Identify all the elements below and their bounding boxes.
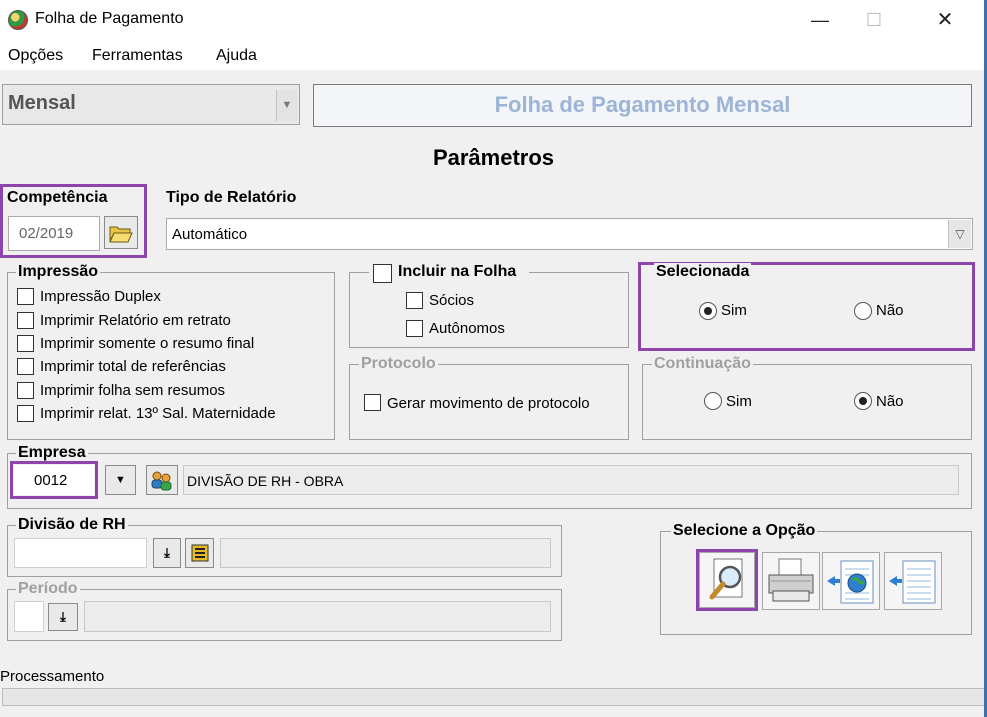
close-button[interactable]: ✕ — [922, 0, 968, 40]
radio-selecionada-sim[interactable] — [699, 302, 717, 320]
folder-open-button[interactable] — [104, 216, 138, 249]
progress-bar — [2, 688, 985, 706]
checkbox-duplex[interactable] — [17, 288, 34, 305]
competencia-value: 02/2019 — [19, 225, 74, 242]
download-arrow-icon: ⤓ — [164, 545, 170, 560]
printer-icon — [768, 558, 814, 602]
checkbox-sem-resumos[interactable] — [17, 382, 34, 399]
checkbox-retrato[interactable] — [17, 312, 34, 329]
divisao-import-button[interactable]: ⤓ — [153, 538, 181, 568]
empresa-search-button[interactable] — [146, 465, 178, 495]
menu-ferramentas[interactable]: Ferramentas — [92, 47, 183, 65]
globe-document-icon — [827, 560, 874, 604]
checkbox-incluir-folha[interactable] — [373, 264, 392, 283]
download-arrow-icon: ⤓ — [60, 609, 66, 624]
empresa-dropdown-button[interactable]: ▼ — [105, 465, 136, 495]
status-label: Processamento — [0, 668, 105, 685]
impressao-legend: Impressão — [16, 263, 101, 281]
total-referencias-label: Imprimir total de referências — [40, 358, 226, 375]
document-export-icon — [889, 560, 936, 604]
tipo-relatorio-label: Tipo de Relatório — [166, 189, 297, 206]
menu-ajuda[interactable]: Ajuda — [216, 47, 257, 65]
empresa-code-value: 0012 — [34, 472, 68, 489]
header-title: Folha de Pagamento Mensal — [313, 84, 972, 127]
sem-resumos-label: Imprimir folha sem resumos — [40, 382, 226, 399]
continuacao-legend: Continuação — [652, 355, 753, 373]
divisao-legend: Divisão de RH — [16, 516, 128, 534]
autonomos-label: Autônomos — [429, 320, 505, 337]
checkbox-socios[interactable] — [406, 292, 423, 309]
export-file-button[interactable] — [884, 552, 942, 610]
duplex-label: Impressão Duplex — [40, 288, 161, 305]
retrato-label: Imprimir Relatório em retrato — [40, 312, 231, 329]
maximize-button[interactable]: ☐ — [851, 0, 897, 40]
gerar-protocolo-label: Gerar movimento de protocolo — [387, 395, 590, 412]
mode-select-value: Mensal — [8, 92, 76, 114]
resumo-final-label: Imprimir somente o resumo final — [40, 335, 255, 352]
continuacao-nao-label: Não — [876, 393, 904, 410]
chevron-down-icon[interactable]: ▼ — [276, 90, 297, 121]
empresa-name-value: DIVISÃO DE RH - OBRA — [187, 473, 344, 489]
tipo-relatorio-value: Automático — [172, 226, 248, 243]
divisao-name-field — [220, 538, 551, 568]
protocolo-legend: Protocolo — [359, 355, 438, 373]
menu-opcoes[interactable]: Opções — [8, 47, 63, 65]
checkbox-gerar-protocolo[interactable] — [364, 394, 381, 411]
print-button[interactable] — [762, 552, 820, 610]
app-icon — [8, 10, 28, 30]
continuacao-group — [642, 364, 972, 440]
incluir-legend: Incluir na Folha — [396, 263, 519, 281]
preview-button[interactable] — [699, 552, 755, 608]
selecionada-legend: Selecionada — [654, 263, 752, 281]
tipo-relatorio-select[interactable] — [166, 218, 973, 250]
export-web-button[interactable] — [822, 552, 880, 610]
continuacao-sim-label: Sim — [726, 393, 752, 410]
socios-label: Sócios — [429, 292, 475, 309]
radio-continuacao-nao[interactable] — [854, 392, 872, 410]
selecionada-nao-label: Não — [876, 302, 904, 319]
selecionada-sim-label: Sim — [721, 302, 747, 319]
checkbox-13-maternidade[interactable] — [17, 405, 34, 422]
divisao-tree-button[interactable] — [185, 538, 214, 568]
periodo-legend: Período — [16, 580, 80, 598]
section-title: Parâmetros — [432, 145, 555, 170]
chevron-down-icon[interactable]: ▽ — [948, 220, 971, 248]
checkbox-total-referencias[interactable] — [17, 358, 34, 375]
gear-tree-icon — [191, 544, 208, 562]
magnifier-icon — [709, 558, 743, 600]
competencia-label: Competência — [7, 189, 108, 206]
chevron-down-icon: ▼ — [115, 474, 126, 486]
checkbox-autonomos[interactable] — [406, 320, 423, 337]
periodo-name-field — [84, 601, 551, 632]
periodo-import-button[interactable]: ⤓ — [48, 603, 78, 631]
opcoes-legend: Selecione a Opção — [671, 522, 818, 540]
checkbox-resumo-final[interactable] — [17, 335, 34, 352]
minimize-button[interactable]: — — [797, 0, 843, 40]
periodo-input[interactable] — [14, 601, 44, 632]
people-search-icon — [151, 471, 172, 491]
13-maternidade-label: Imprimir relat. 13º Sal. Maternidade — [40, 405, 276, 422]
radio-continuacao-sim[interactable] — [704, 392, 722, 410]
window-title: Folha de Pagamento — [35, 10, 184, 27]
folder-open-icon — [109, 226, 133, 243]
divisao-input[interactable] — [14, 538, 147, 568]
radio-selecionada-nao[interactable] — [854, 302, 872, 320]
empresa-legend: Empresa — [16, 444, 88, 462]
